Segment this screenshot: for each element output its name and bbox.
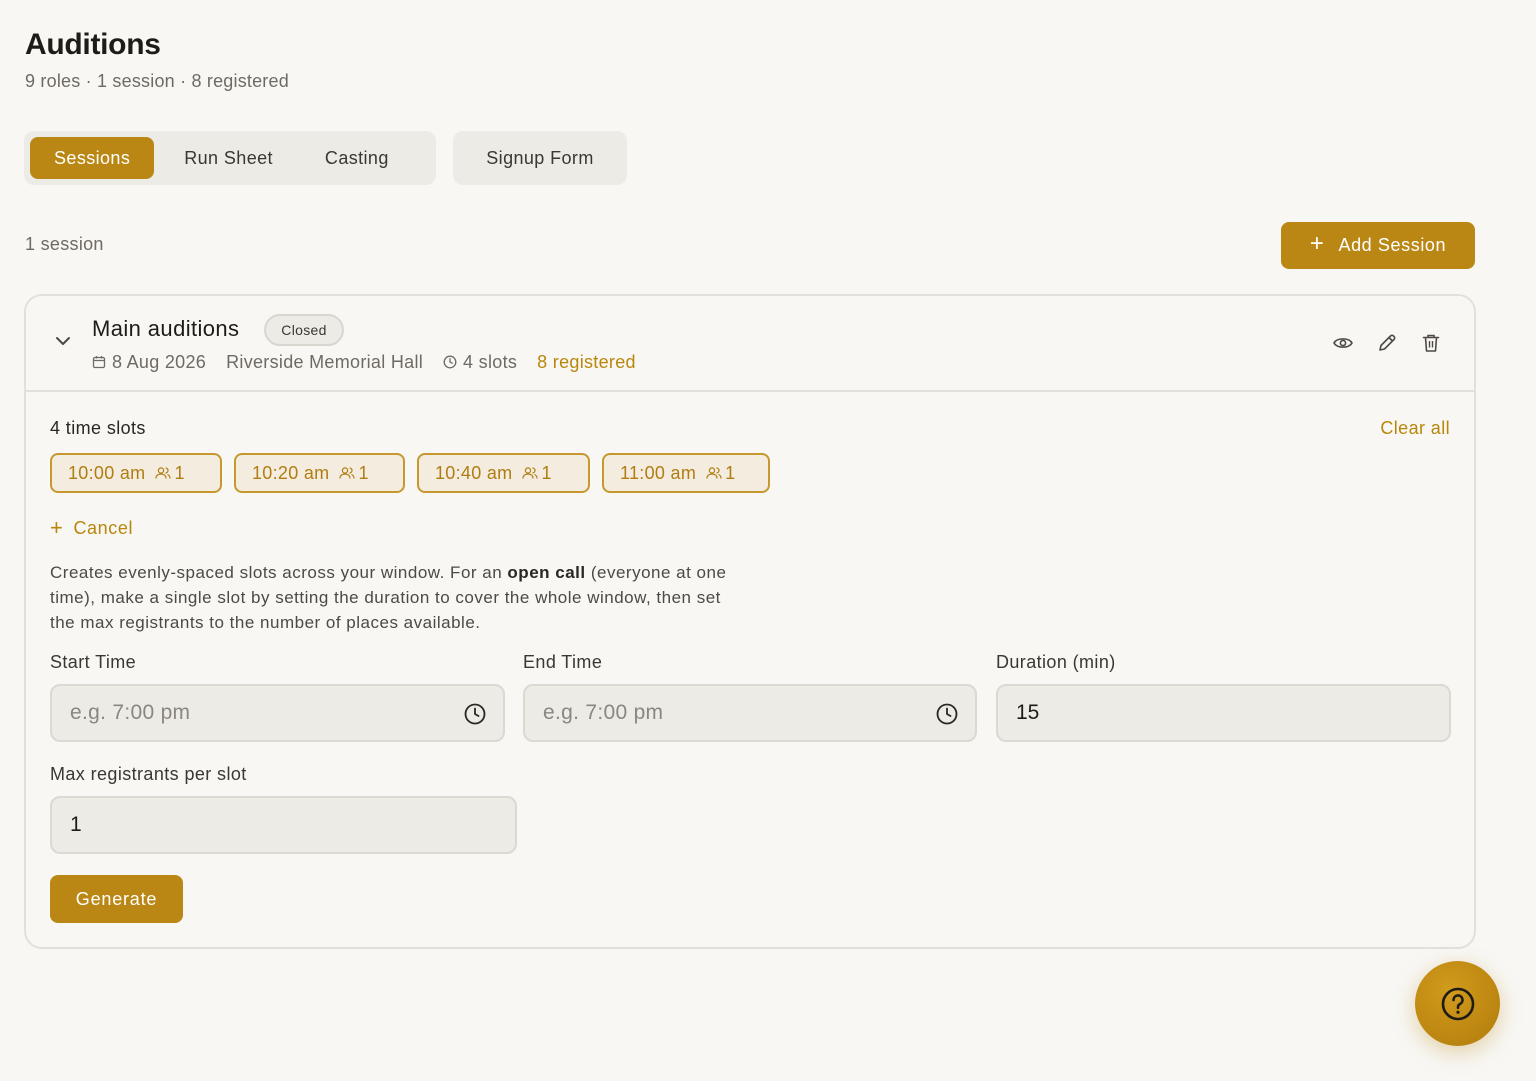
cancel-label: Cancel bbox=[73, 518, 134, 538]
pencil-icon[interactable] bbox=[1376, 332, 1398, 354]
auditions-page: Auditions 9 roles · 1 session · 8 regist… bbox=[0, 0, 1536, 1081]
time-slot-chip[interactable]: 11:00 am 1 bbox=[602, 453, 770, 493]
tab-sessions[interactable]: Sessions bbox=[30, 137, 155, 179]
session-card-header: Main auditions Closed 8 Aug 2026 Riversi… bbox=[26, 296, 1474, 392]
time-slots-label: 4 time slots bbox=[50, 418, 146, 438]
slot-count: 1 bbox=[541, 462, 552, 483]
page-subtitle: 9 roles · 1 session · 8 registered bbox=[25, 71, 289, 91]
slot-count: 1 bbox=[725, 462, 736, 483]
max-registrants-label: Max registrants per slot bbox=[50, 764, 247, 784]
session-meta: 8 Aug 2026 Riverside Memorial Hall 4 slo… bbox=[92, 350, 636, 374]
slot-time: 10:20 am bbox=[252, 462, 330, 483]
session-venue: Riverside Memorial Hall bbox=[226, 351, 424, 372]
people-icon bbox=[155, 467, 172, 479]
time-slot-chip[interactable]: 10:20 am 1 bbox=[234, 453, 405, 493]
start-time-label: Start Time bbox=[50, 652, 137, 672]
clock-icon[interactable] bbox=[463, 702, 487, 726]
session-card: Main auditions Closed 8 Aug 2026 Riversi… bbox=[24, 294, 1476, 949]
slot-time: 10:40 am bbox=[435, 462, 513, 483]
question-icon bbox=[1441, 987, 1474, 1020]
status-badge: Closed bbox=[264, 314, 344, 346]
plus-icon: + bbox=[1309, 230, 1325, 257]
generator-help-text: Creates evenly-spaced slots across your … bbox=[50, 563, 727, 632]
end-time-placeholder: e.g. 7:00 pm bbox=[543, 701, 664, 724]
clock-icon bbox=[443, 355, 457, 369]
session-slots: 4 slots bbox=[463, 351, 518, 372]
tab-run-sheet[interactable]: Run Sheet bbox=[154, 137, 303, 179]
people-icon bbox=[339, 467, 356, 479]
clear-all-button[interactable]: Clear all bbox=[1380, 418, 1450, 439]
trash-icon[interactable] bbox=[1420, 332, 1442, 354]
duration-value: 15 bbox=[1016, 701, 1040, 724]
slot-count: 1 bbox=[174, 462, 185, 483]
session-date: 8 Aug 2026 bbox=[112, 351, 207, 372]
people-icon bbox=[522, 467, 539, 479]
people-icon bbox=[706, 467, 722, 479]
max-registrants-field[interactable]: 1 bbox=[50, 796, 517, 854]
start-time-placeholder: e.g. 7:00 pm bbox=[70, 701, 191, 724]
end-time-label: End Time bbox=[523, 652, 603, 672]
calendar-icon bbox=[92, 356, 106, 369]
end-time-field[interactable]: e.g. 7:00 pm bbox=[523, 684, 977, 742]
view-tabs: Sessions Run Sheet Casting bbox=[24, 131, 436, 185]
chevron-down-icon[interactable] bbox=[54, 334, 72, 348]
eye-icon[interactable] bbox=[1332, 332, 1354, 354]
generate-button[interactable]: Generate bbox=[50, 875, 183, 923]
session-registered-link[interactable]: 8 registered bbox=[537, 352, 636, 373]
slot-count: 1 bbox=[358, 462, 369, 483]
page-title: Auditions bbox=[25, 28, 161, 61]
plus-icon: + bbox=[50, 514, 64, 540]
slot-time: 11:00 am bbox=[620, 462, 697, 483]
duration-field[interactable]: 15 bbox=[996, 684, 1451, 742]
add-session-button[interactable]: + Add Session bbox=[1281, 222, 1475, 269]
cancel-generate-button[interactable]: + Cancel bbox=[50, 514, 134, 540]
tab-signup-form[interactable]: Signup Form bbox=[453, 131, 627, 185]
tab-casting[interactable]: Casting bbox=[303, 137, 411, 179]
time-slot-chip[interactable]: 10:40 am 1 bbox=[417, 453, 590, 493]
start-time-field[interactable]: e.g. 7:00 pm bbox=[50, 684, 505, 742]
add-session-label: Add Session bbox=[1338, 235, 1447, 255]
duration-label: Duration (min) bbox=[996, 652, 1116, 672]
help-button[interactable] bbox=[1415, 961, 1500, 1046]
session-count: 1 session bbox=[25, 234, 104, 254]
clock-icon[interactable] bbox=[935, 702, 959, 726]
time-slot-chip[interactable]: 10:00 am 1 bbox=[50, 453, 222, 493]
session-name: Main auditions bbox=[92, 316, 240, 341]
max-registrants-value: 1 bbox=[70, 813, 82, 836]
slot-time: 10:00 am bbox=[68, 462, 146, 483]
